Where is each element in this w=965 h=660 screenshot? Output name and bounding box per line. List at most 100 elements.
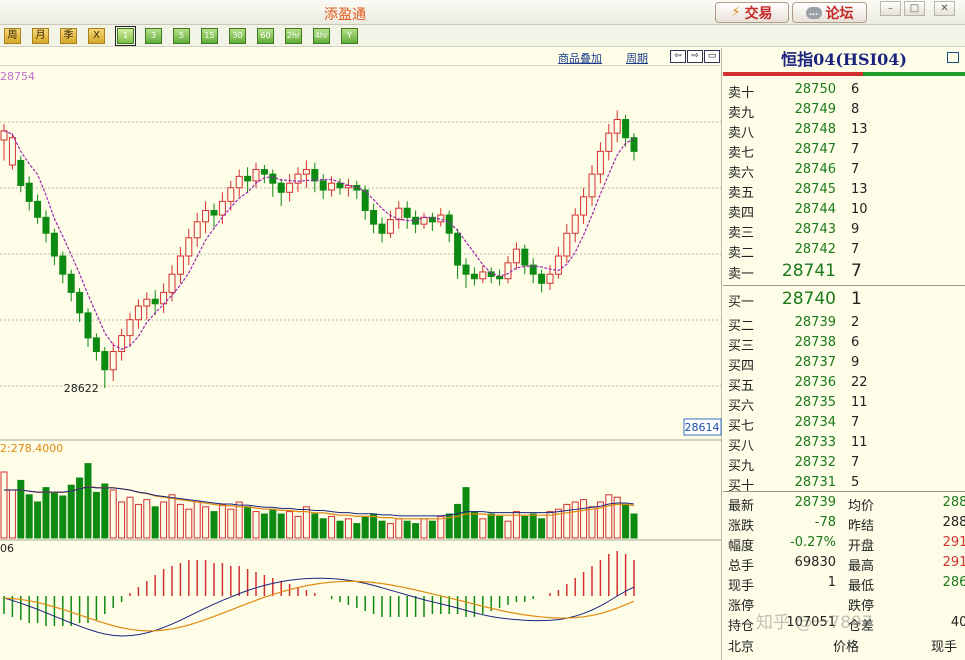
volume-bar <box>92 491 100 539</box>
bids-row[interactable]: 买一 28740 1 <box>723 289 965 310</box>
period-button-3[interactable]: 季 <box>60 28 77 44</box>
asks-row[interactable]: 卖一 28741 7 <box>723 261 965 282</box>
volume-bar <box>151 506 159 539</box>
asks-volume: 13 <box>851 182 868 197</box>
volume-bar <box>403 520 411 539</box>
candle-body <box>143 298 151 307</box>
footer-location: 北京 <box>728 640 755 655</box>
candle-body <box>319 180 327 191</box>
bids-row[interactable]: 买三 28738 6 <box>723 333 965 354</box>
scroll-left-icon[interactable]: ⇦ <box>670 50 686 63</box>
bids-row[interactable]: 买七 28734 7 <box>723 413 965 434</box>
asks-row[interactable]: 卖五 28745 13 <box>723 180 965 201</box>
volume-bar <box>470 511 478 539</box>
bids-price: 28736 <box>794 375 836 390</box>
period-button-4[interactable]: X <box>88 28 105 44</box>
volume-bar <box>395 518 403 539</box>
volume-bar <box>370 513 378 539</box>
forum-button[interactable]: … 论坛 <box>792 2 867 23</box>
asks-row[interactable]: 卖十 28750 6 <box>723 80 965 101</box>
volume-bar <box>378 520 386 539</box>
volume-bar <box>538 518 546 539</box>
bids-row[interactable]: 买十 28731 5 <box>723 473 965 494</box>
candle-body <box>260 169 268 175</box>
candle-body <box>109 351 117 371</box>
period-button-12[interactable]: 4hr <box>313 28 330 44</box>
candle-body <box>286 182 294 193</box>
bids-volume: 5 <box>851 475 860 490</box>
candle-body <box>42 216 50 234</box>
asks-level-label: 卖一 <box>728 267 755 282</box>
volume-bar <box>521 515 529 539</box>
candle-body <box>563 232 571 257</box>
asks-price: 28745 <box>794 182 836 197</box>
volume-bar <box>462 487 470 539</box>
period-link[interactable]: 周期 <box>626 50 648 66</box>
bids-row[interactable]: 买六 28735 11 <box>723 393 965 414</box>
period-button-13[interactable]: Y <box>341 28 358 44</box>
period-button-1[interactable]: 周 <box>4 28 21 44</box>
maximize-panel-icon[interactable] <box>947 52 959 63</box>
asks-price: 28742 <box>794 242 836 257</box>
maximize-button[interactable]: □ <box>904 1 925 16</box>
asks-price: 28746 <box>794 162 836 177</box>
volume-bar <box>143 499 151 539</box>
chart-header: 商品叠加 周期 ⇦ ⇨ ▭ <box>0 48 722 66</box>
asks-row[interactable]: 卖四 28744 10 <box>723 200 965 221</box>
volume-bar <box>353 523 361 539</box>
candle-body <box>454 232 462 266</box>
bids-row[interactable]: 买五 28736 22 <box>723 373 965 394</box>
volume-bar <box>336 520 344 539</box>
period-button-8[interactable]: 15 <box>201 28 218 44</box>
volume-bar <box>286 511 294 539</box>
overlay-link[interactable]: 商品叠加 <box>558 50 602 66</box>
macd-dif-line <box>3 577 635 637</box>
volume-indicator-label: 2:278.4000 <box>0 442 63 455</box>
period-toolbar: 周月季 X 1 3 5 15 30 60 2hr 4hr Y <box>0 25 965 47</box>
bids-row[interactable]: 买八 28733 11 <box>723 433 965 454</box>
period-button-5[interactable]: 1 <box>115 26 136 46</box>
stat-value: 28739 <box>794 495 836 510</box>
candle-body <box>269 173 277 184</box>
minimize-button[interactable]: – <box>880 1 901 16</box>
period-button-7[interactable]: 5 <box>173 28 190 44</box>
volume-bar <box>361 515 369 539</box>
bids-price: 28737 <box>794 355 836 370</box>
period-button-11[interactable]: 2hr <box>285 28 302 44</box>
asks-row[interactable]: 卖二 28742 7 <box>723 240 965 261</box>
close-button[interactable]: ✕ <box>934 1 955 16</box>
volume-bar <box>563 503 571 539</box>
volume-bar <box>101 483 109 539</box>
trade-button[interactable]: ⚡ 交易 <box>715 2 789 23</box>
volume-bar <box>25 494 33 539</box>
volume-bar <box>580 499 588 539</box>
asks-row[interactable]: 卖七 28747 7 <box>723 140 965 161</box>
candle-body <box>25 182 33 202</box>
period-button-9[interactable]: 30 <box>229 28 246 44</box>
stat-label: 持仓 <box>728 619 755 634</box>
period-button-6[interactable]: 3 <box>145 28 162 44</box>
asks-level-label: 卖十 <box>728 86 755 101</box>
fullscreen-icon[interactable]: ▭ <box>704 50 720 63</box>
period-button-10[interactable]: 60 <box>257 28 274 44</box>
bids-row[interactable]: 买二 28739 2 <box>723 313 965 334</box>
stat-label: 最高 <box>848 559 875 574</box>
volume-bar <box>126 496 134 539</box>
stat-label: 开盘 <box>848 539 875 554</box>
right-stat: 最高 29148 <box>848 555 965 574</box>
volume-bar <box>344 518 352 539</box>
asks-volume: 7 <box>851 242 860 257</box>
bids-volume: 11 <box>851 395 868 410</box>
asks-row[interactable]: 卖三 28743 9 <box>723 220 965 241</box>
asks-row[interactable]: 卖九 28749 8 <box>723 100 965 121</box>
bids-row[interactable]: 买四 28737 9 <box>723 353 965 374</box>
candle-body <box>227 187 235 202</box>
chart-area[interactable]: 商品叠加 周期 ⇦ ⇨ ▭ 28754 28622 28614 2:278.4000 0… <box>0 48 722 660</box>
scroll-right-icon[interactable]: ⇨ <box>687 50 703 63</box>
volume-bar <box>84 463 92 539</box>
period-button-2[interactable]: 月 <box>32 28 49 44</box>
bids-row[interactable]: 买九 28732 7 <box>723 453 965 474</box>
asks-row[interactable]: 卖六 28746 7 <box>723 160 965 181</box>
asks-row[interactable]: 卖八 28748 13 <box>723 120 965 141</box>
volume-bar <box>479 518 487 539</box>
